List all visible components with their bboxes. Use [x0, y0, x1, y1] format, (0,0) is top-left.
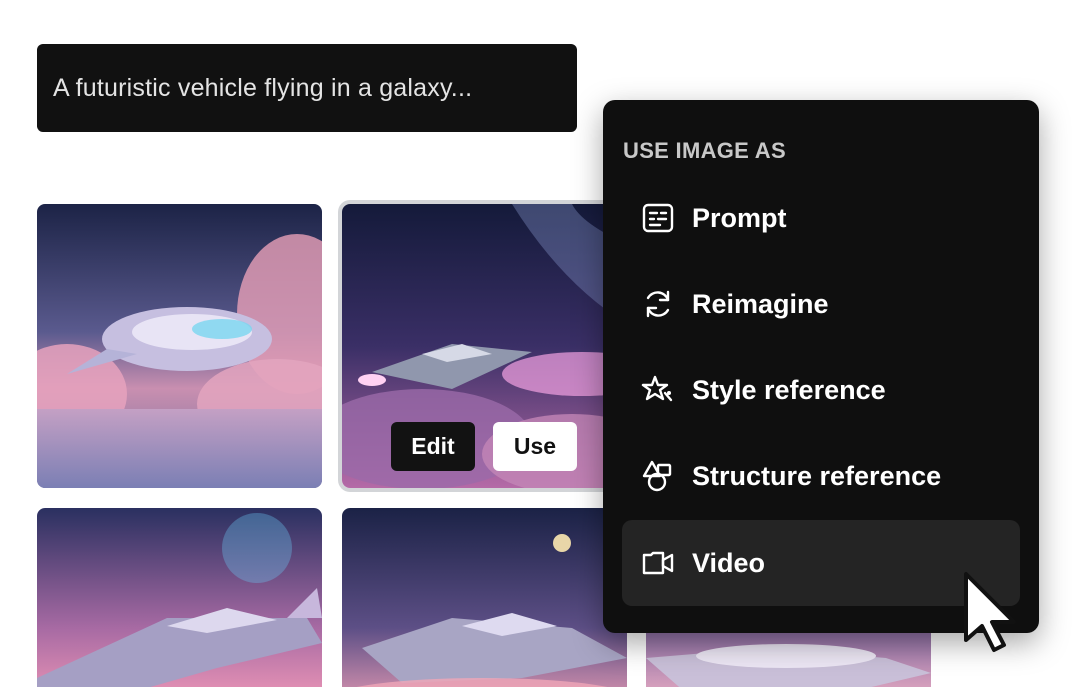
mouse-pointer-icon: [964, 572, 1016, 652]
menu-item-label: Structure reference: [692, 460, 942, 491]
menu-item-reimagine[interactable]: Reimagine: [622, 261, 1020, 347]
reimagine-icon: [640, 286, 676, 322]
image-spaceship-nebula: [342, 204, 627, 488]
prompt-input[interactable]: A futuristic vehicle flying in a galaxy.…: [37, 44, 577, 132]
menu-item-label: Reimagine: [692, 288, 829, 319]
structure-reference-icon: [640, 458, 676, 494]
menu-item-label: Style reference: [692, 374, 886, 405]
prompt-icon: [640, 200, 676, 236]
edit-button[interactable]: Edit: [391, 422, 475, 471]
menu-item-prompt[interactable]: Prompt: [622, 175, 1020, 261]
style-reference-icon: [640, 372, 676, 408]
image-starship-moon: [342, 508, 627, 687]
canvas: A futuristic vehicle flying in a galaxy.…: [0, 0, 1080, 687]
menu-item-label: Prompt: [692, 202, 787, 233]
image-airship-clouds: [37, 204, 322, 488]
image-jet-sunset: [37, 508, 322, 687]
image-tile-4[interactable]: [342, 508, 627, 687]
use-button[interactable]: Use: [493, 422, 577, 471]
menu-heading: USE IMAGE AS: [623, 138, 786, 163]
use-image-as-menu: USE IMAGE AS Prompt Reimagine Style refe…: [603, 100, 1039, 633]
menu-item-style-reference[interactable]: Style reference: [622, 347, 1020, 433]
menu-item-structure-reference[interactable]: Structure reference: [622, 433, 1020, 519]
image-tile-1[interactable]: [37, 204, 322, 488]
image-tile-3[interactable]: [37, 508, 322, 687]
menu-item-label: Video: [692, 547, 766, 578]
image-tile-2[interactable]: [342, 204, 627, 488]
prompt-text: A futuristic vehicle flying in a galaxy.…: [53, 73, 473, 102]
menu-item-video[interactable]: Video: [622, 520, 1020, 606]
video-icon: [640, 545, 676, 581]
